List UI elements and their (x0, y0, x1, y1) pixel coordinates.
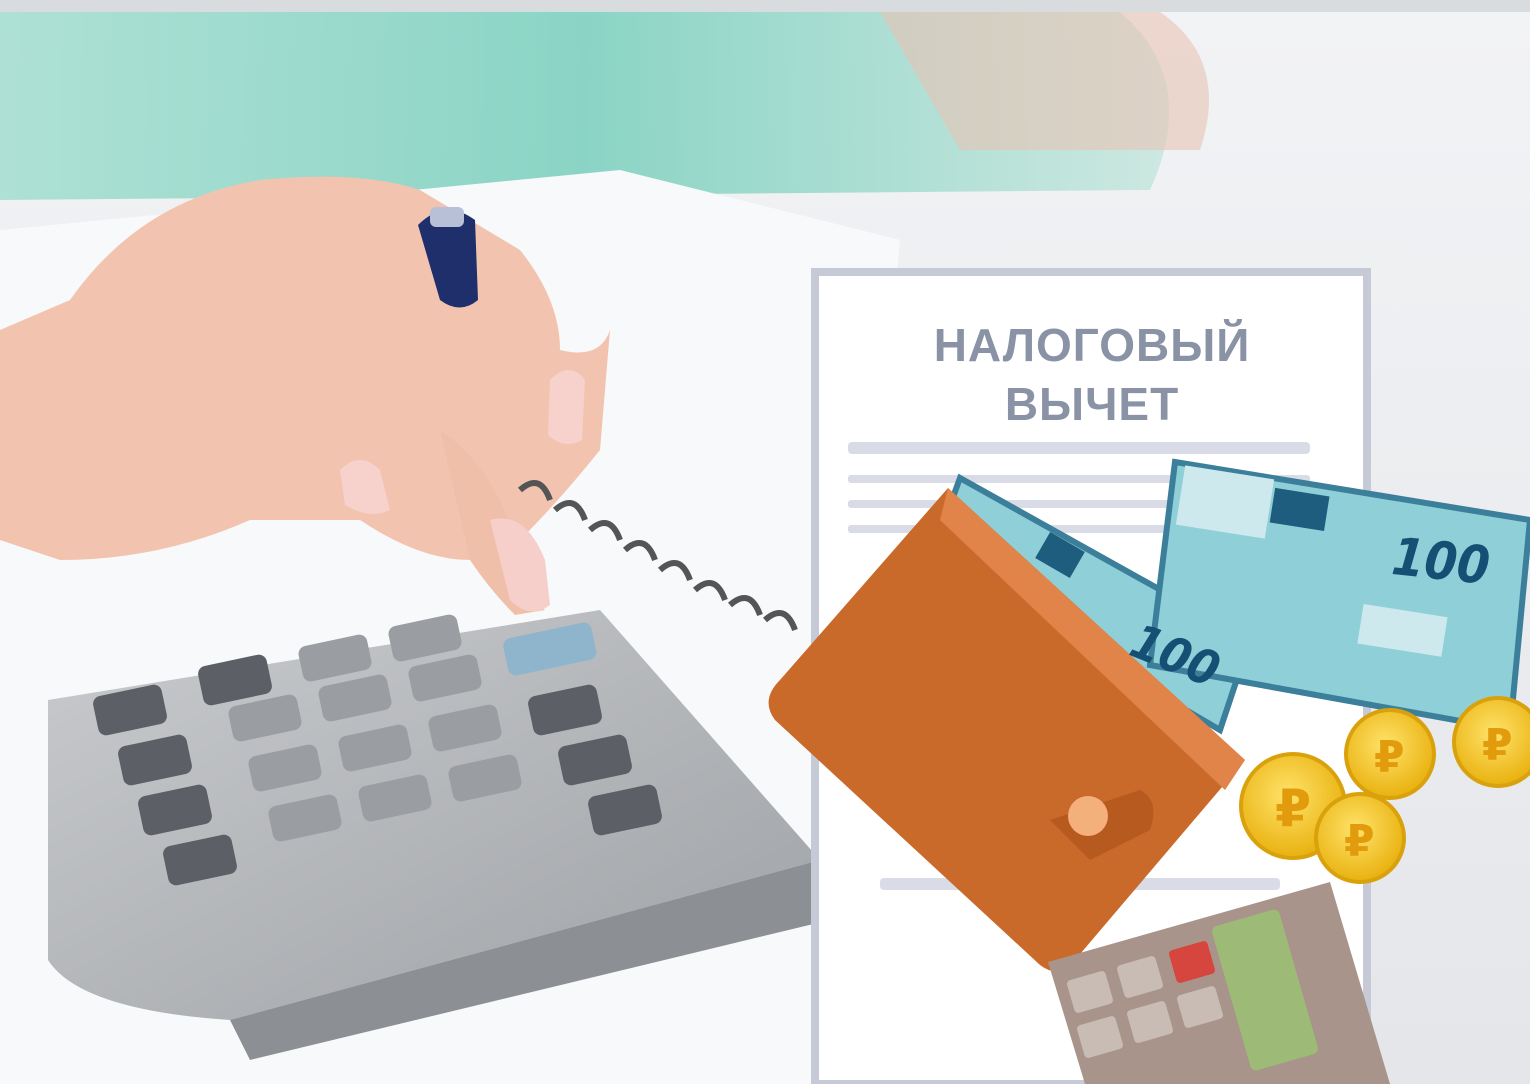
background-illustration: ₽ ₽ ₽ ₽ (0, 0, 1530, 1084)
coin-symbol: ₽ (1275, 779, 1311, 839)
coin-symbol: ₽ (1482, 720, 1513, 771)
coin-symbol: ₽ (1344, 816, 1375, 867)
document-title-line-2: ВЫЧЕТ (1004, 378, 1180, 430)
banknote-value: 100 (1389, 527, 1493, 597)
coin-symbol: ₽ (1374, 732, 1405, 783)
photo-scene: ₽ ₽ ₽ ₽ НАЛОГОВЫЙ ВЫЧЕТ 100 100 (0, 0, 1530, 1084)
document-title-line-1: НАЛОГОВЫЙ (933, 319, 1251, 371)
